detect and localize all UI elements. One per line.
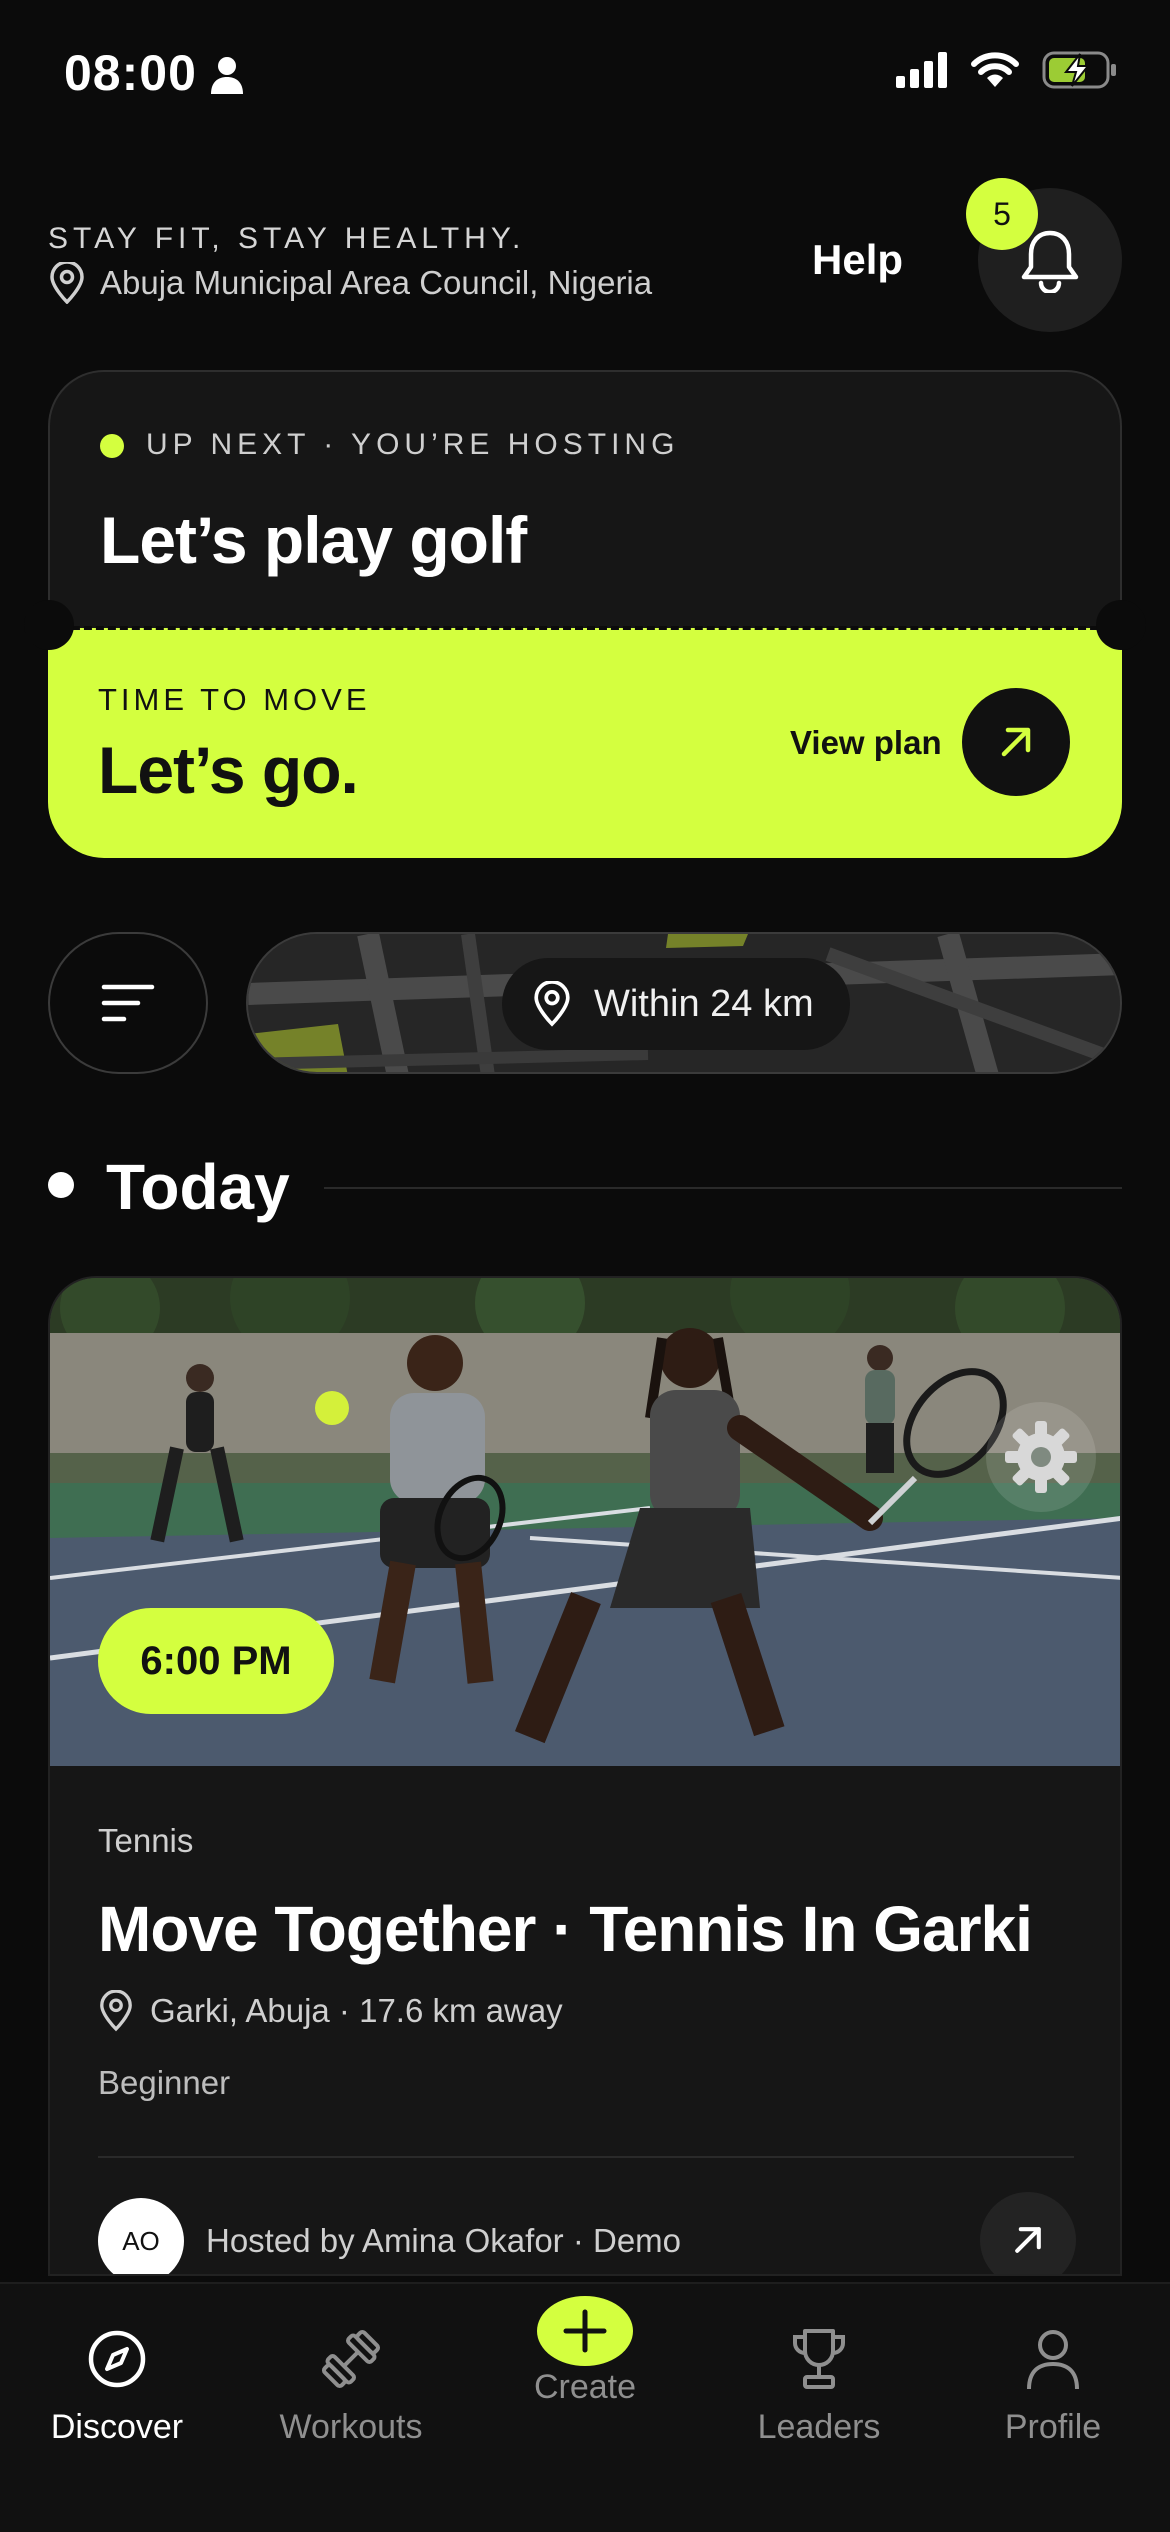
map-pin-icon xyxy=(50,262,84,304)
dumbbell-icon xyxy=(319,2324,383,2394)
filter-lines-icon xyxy=(101,984,155,1022)
map-pin-icon xyxy=(100,1990,132,2032)
event-sport: Tennis xyxy=(98,1822,194,1859)
distance-map-filter[interactable]: Within 24 km xyxy=(246,932,1122,1074)
hosted-by: Hosted by Amina Okafor · Demo xyxy=(206,2222,682,2259)
event-divider xyxy=(98,2156,1074,2158)
up-next-title: Let’s play golf xyxy=(100,503,527,577)
event-title[interactable]: Move Together · Tennis In Garki xyxy=(98,1892,1033,1966)
current-location[interactable]: Abuja Municipal Area Council, Nigeria xyxy=(48,262,652,304)
time-to-move-panel[interactable]: TIME TO MOVE Let’s go. View plan xyxy=(48,626,1122,858)
person-icon xyxy=(1025,2324,1081,2394)
distance-label: Within 24 km xyxy=(594,982,814,1025)
open-event-button[interactable] xyxy=(980,2192,1076,2274)
ticket-notch-right xyxy=(1096,600,1146,650)
settings-button[interactable] xyxy=(986,1402,1096,1512)
status-bar: 08:00 xyxy=(0,0,1170,150)
gear-icon xyxy=(1005,1421,1077,1493)
tab-create[interactable]: Create xyxy=(468,2284,702,2484)
tab-label: Discover xyxy=(50,2408,184,2446)
distance-chip[interactable]: Within 24 km xyxy=(502,958,850,1050)
ticket-notch-left xyxy=(24,600,74,650)
wifi-icon xyxy=(971,52,1019,87)
map-pin-icon xyxy=(534,981,570,1027)
tab-label: Profile xyxy=(1004,2408,1102,2446)
cta-eyebrow: TIME TO MOVE xyxy=(98,682,371,717)
event-location: Garki, Abuja · 17.6 km away xyxy=(98,1990,563,2032)
event-location-text: Garki, Abuja · 17.6 km away xyxy=(150,1992,563,2029)
plus-icon xyxy=(537,2296,633,2366)
view-plan-label[interactable]: View plan xyxy=(790,724,942,762)
view-plan-button[interactable] xyxy=(962,688,1070,796)
compass-icon xyxy=(87,2324,147,2394)
tab-workouts[interactable]: Workouts xyxy=(234,2284,468,2484)
event-level: Beginner xyxy=(98,2064,231,2101)
event-card[interactable]: 6:00 PM Tennis Move Together · Tennis In… xyxy=(48,1276,1122,2276)
tab-label: Leaders xyxy=(757,2408,881,2446)
host-avatar[interactable]: AO xyxy=(98,2198,184,2274)
tab-label: Create xyxy=(533,2368,637,2406)
arrow-up-right-icon xyxy=(1015,2227,1041,2253)
section-dot xyxy=(48,1172,74,1198)
location-text: Abuja Municipal Area Council, Nigeria xyxy=(100,264,653,301)
live-dot xyxy=(100,434,124,458)
ticket-perforation xyxy=(48,626,1122,630)
help-link[interactable]: Help xyxy=(812,236,903,284)
trophy-icon xyxy=(789,2324,849,2394)
tab-leaders[interactable]: Leaders xyxy=(702,2284,936,2484)
signal-icon xyxy=(896,52,947,88)
battery-icon xyxy=(1042,51,1116,89)
section-divider xyxy=(324,1187,1122,1189)
section-title: Today xyxy=(106,1151,290,1223)
arrow-up-right-icon xyxy=(1001,727,1031,757)
up-next-card[interactable]: UP NEXT · YOU’RE HOSTING Let’s play golf xyxy=(48,370,1122,630)
tab-bar: Discover Workouts Create Leaders Profile xyxy=(0,2282,1170,2532)
up-next-eyebrow: UP NEXT · YOU’RE HOSTING xyxy=(146,428,680,461)
tagline: STAY FIT, STAY HEALTHY. xyxy=(48,222,526,255)
cta-title: Let’s go. xyxy=(98,733,359,807)
tab-label: Workouts xyxy=(279,2408,423,2446)
tab-profile[interactable]: Profile xyxy=(936,2284,1170,2484)
tab-discover[interactable]: Discover xyxy=(0,2284,234,2484)
status-time: 08:00 xyxy=(64,45,197,101)
event-time-chip: 6:00 PM xyxy=(98,1608,334,1714)
person-status-icon xyxy=(211,57,243,94)
notification-badge: 5 xyxy=(966,178,1038,250)
filter-button[interactable] xyxy=(48,932,208,1074)
